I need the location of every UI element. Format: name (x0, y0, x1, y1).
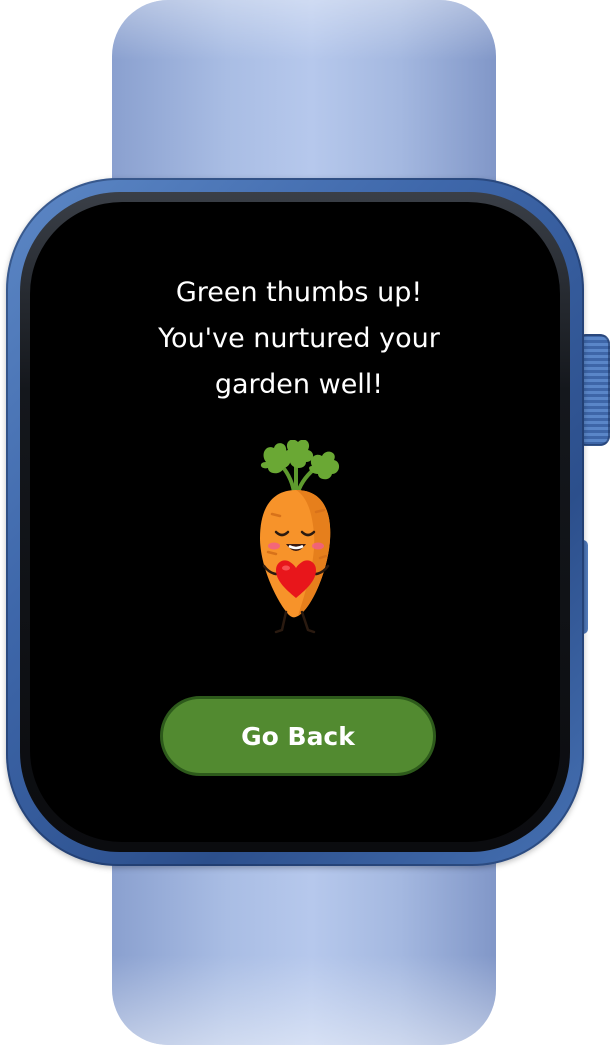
watch-screen: Green thumbs up! You've nurtured your ga… (48, 218, 550, 828)
message-line-3: garden well! (214, 369, 384, 400)
go-back-button[interactable]: Go Back (160, 696, 436, 776)
watch-mockup: Green thumbs up! You've nurtured your ga… (0, 0, 612, 1045)
message-line-2: You've nurtured your (158, 323, 440, 354)
carrot-leaves (260, 440, 340, 494)
success-message: Green thumbs up! You've nurtured your ga… (78, 270, 520, 408)
message-line-1: Green thumbs up! (175, 277, 423, 308)
happy-carrot-icon (260, 440, 340, 634)
